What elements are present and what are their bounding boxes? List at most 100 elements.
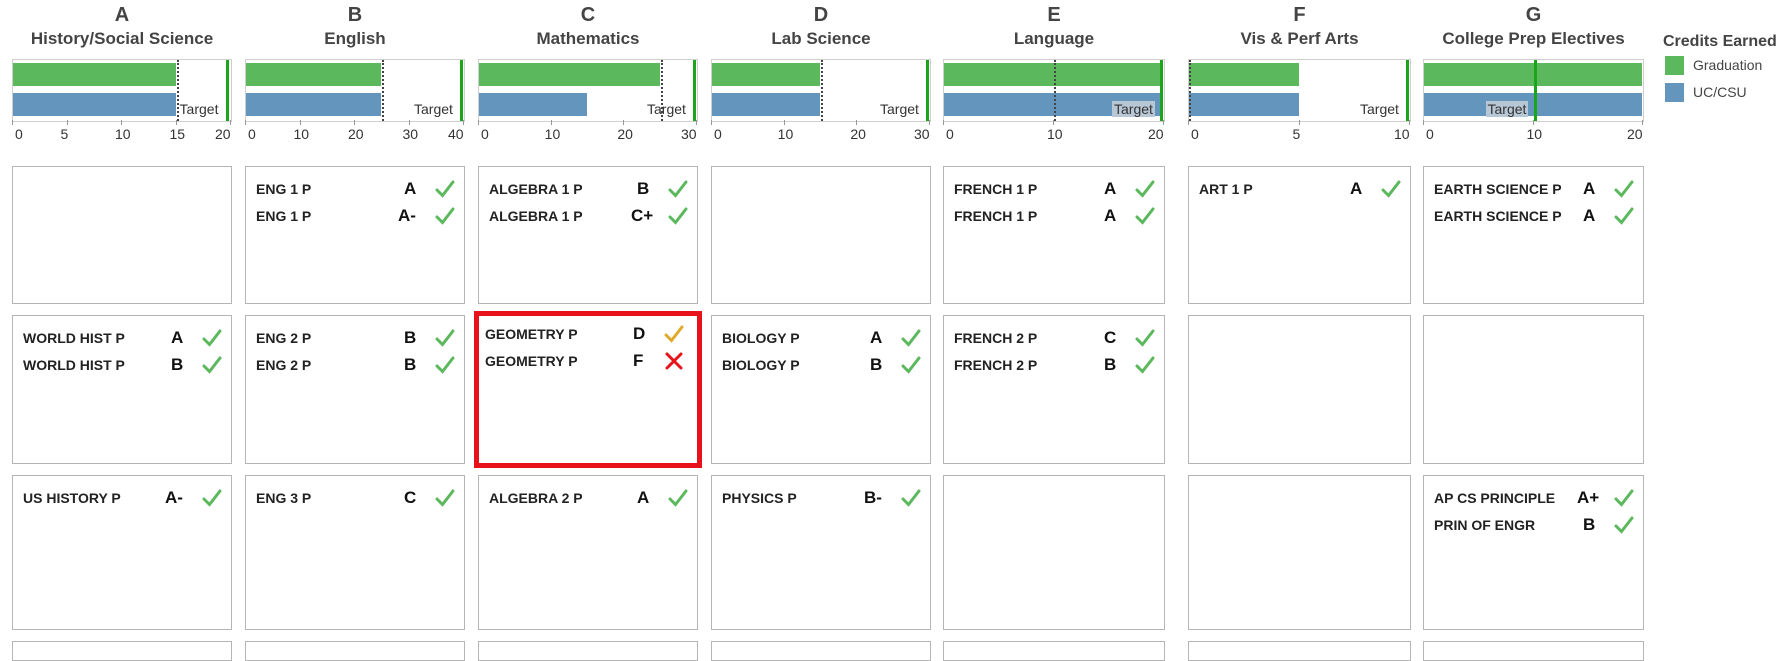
course-name[interactable]: GEOMETRY P <box>485 326 578 342</box>
course-cell-c-3[interactable]: ALGEBRA 2 P A <box>478 475 698 630</box>
credits-chart-c[interactable]: Target <box>478 59 698 122</box>
target-label: Target <box>1112 101 1155 117</box>
course-name[interactable]: BIOLOGY P <box>722 357 800 373</box>
course-cell-f-2[interactable] <box>1188 315 1411 464</box>
course-cell-g-4[interactable] <box>1423 641 1644 661</box>
course-cell-d-1[interactable] <box>711 166 931 304</box>
column-letter: F <box>1293 4 1306 26</box>
course-cell-c-4[interactable] <box>478 641 698 661</box>
axis-tick-label: 30 <box>914 126 930 142</box>
course-cell-a-2[interactable]: WORLD HIST P A WORLD HIST P B <box>12 315 232 464</box>
axis-tick-label: 20 <box>1627 126 1643 142</box>
course-cell-b-1[interactable]: ENG 1 P A ENG 1 P A- <box>245 166 465 304</box>
graduation-bar[interactable] <box>712 63 820 86</box>
course-cell-c-2-highlighted[interactable]: GEOMETRY P D GEOMETRY P F <box>474 311 702 468</box>
axis-tick-label: 5 <box>1292 126 1301 142</box>
course-name[interactable]: FRENCH 1 P <box>954 181 1037 197</box>
course-name[interactable]: US HISTORY P <box>23 490 121 506</box>
axis-tick-mark <box>12 120 13 125</box>
course-cell-b-3[interactable]: ENG 3 P C <box>245 475 465 630</box>
axis-tick-mark <box>856 120 858 125</box>
course-name[interactable]: BIOLOGY P <box>722 330 800 346</box>
column-header-e: E Language <box>943 0 1165 58</box>
credits-chart-e[interactable]: Target <box>943 59 1165 122</box>
target-label: Target <box>880 101 919 117</box>
uc-csu-bar[interactable] <box>479 93 587 116</box>
graduation-bar[interactable] <box>13 63 176 86</box>
axis-tick-mark <box>354 120 355 125</box>
course-name[interactable]: AP CS PRINCIPLE <box>1434 490 1555 506</box>
course-name[interactable]: FRENCH 2 P <box>954 330 1037 346</box>
course-grade: A- <box>398 206 416 225</box>
uc-csu-bar[interactable] <box>13 93 176 116</box>
graduation-bar[interactable] <box>1189 63 1299 86</box>
course-name[interactable]: WORLD HIST P <box>23 357 125 373</box>
course-grade: A <box>870 328 883 347</box>
axis-tick-mark <box>1532 120 1534 125</box>
graduation-bar[interactable] <box>479 63 660 86</box>
course-cell-g-2[interactable] <box>1423 315 1644 464</box>
course-name[interactable]: EARTH SCIENCE P <box>1434 208 1562 224</box>
course-cell-d-4[interactable] <box>711 641 931 661</box>
course-name[interactable]: PRIN OF ENGR <box>1434 517 1535 533</box>
course-cell-b-4[interactable] <box>245 641 465 661</box>
column-header-a: A History/Social Science <box>12 0 232 58</box>
course-name[interactable]: ENG 3 P <box>256 490 311 506</box>
uc-csu-bar[interactable] <box>246 93 382 116</box>
course-cell-d-3[interactable]: PHYSICS P B- <box>711 475 931 630</box>
course-grade: A <box>404 179 417 198</box>
course-name[interactable]: ENG 2 P <box>256 357 311 373</box>
course-grade: D <box>633 324 646 343</box>
uc-csu-bar[interactable] <box>712 93 820 116</box>
course-cell-a-4[interactable] <box>12 641 232 661</box>
course-name[interactable]: FRENCH 2 P <box>954 357 1037 373</box>
course-name[interactable]: ENG 2 P <box>256 330 311 346</box>
course-grade: A <box>1583 206 1596 225</box>
course-cell-g-1[interactable]: EARTH SCIENCE P A EARTH SCIENCE P A <box>1423 166 1644 304</box>
check-icon <box>668 207 688 225</box>
course-grade: B <box>404 328 417 347</box>
course-cell-g-3[interactable]: AP CS PRINCIPLE A+ PRIN OF ENGR B <box>1423 475 1644 630</box>
course-name[interactable]: ENG 1 P <box>256 208 311 224</box>
axis-tick-label: 10 <box>293 126 310 142</box>
check-icon <box>435 207 455 225</box>
axis-tick-label: 0 <box>248 126 256 142</box>
legend-label-uc-csu: UC/CSU <box>1693 84 1747 100</box>
course-name[interactable]: ALGEBRA 1 P <box>489 181 583 197</box>
credits-chart-d[interactable]: Target <box>711 59 931 122</box>
course-cell-f-4[interactable] <box>1188 641 1411 661</box>
course-cell-e-2[interactable]: FRENCH 2 P C FRENCH 2 P B <box>943 315 1165 464</box>
course-name[interactable]: ENG 1 P <box>256 181 311 197</box>
credits-chart-f[interactable]: Target <box>1188 59 1411 122</box>
course-cell-c-1[interactable]: ALGEBRA 1 P B ALGEBRA 1 P C+ <box>478 166 698 304</box>
axis-tick-label: 15 <box>169 126 186 142</box>
column-header-d: D Lab Science <box>711 0 931 58</box>
check-icon <box>1614 516 1634 534</box>
course-cell-e-3[interactable] <box>943 475 1165 630</box>
course-cell-b-2[interactable]: ENG 2 P B ENG 2 P B <box>245 315 465 464</box>
credits-chart-b[interactable]: Target <box>245 59 465 122</box>
course-cell-e-4[interactable] <box>943 641 1165 661</box>
credits-chart-a[interactable]: Target <box>12 59 232 122</box>
course-cell-f-3[interactable] <box>1188 475 1411 630</box>
credits-chart-g[interactable]: Target <box>1423 59 1644 122</box>
course-cell-e-1[interactable]: FRENCH 1 P A FRENCH 1 P A <box>943 166 1165 304</box>
course-name[interactable]: ALGEBRA 2 P <box>489 490 583 506</box>
course-name[interactable]: GEOMETRY P <box>485 353 578 369</box>
course-cell-a-3[interactable]: US HISTORY P A- <box>12 475 232 630</box>
uc-csu-bar[interactable] <box>1189 93 1299 116</box>
course-name[interactable]: ART 1 P <box>1199 181 1253 197</box>
course-cell-d-2[interactable]: BIOLOGY P A BIOLOGY P B <box>711 315 931 464</box>
check-icon <box>901 329 921 347</box>
graduation-bar[interactable] <box>246 63 382 86</box>
column-letter: C <box>580 4 596 26</box>
course-name[interactable]: WORLD HIST P <box>23 330 125 346</box>
course-cell-f-1[interactable]: ART 1 P A <box>1188 166 1411 304</box>
course-name[interactable]: ALGEBRA 1 P <box>489 208 583 224</box>
chart-axis-a: 0 5 10 15 20 <box>12 120 232 146</box>
course-name[interactable]: FRENCH 1 P <box>954 208 1037 224</box>
course-grade: B <box>1583 515 1596 534</box>
course-name[interactable]: PHYSICS P <box>722 490 797 506</box>
course-cell-a-1[interactable] <box>12 166 232 304</box>
course-name[interactable]: EARTH SCIENCE P <box>1434 181 1562 197</box>
